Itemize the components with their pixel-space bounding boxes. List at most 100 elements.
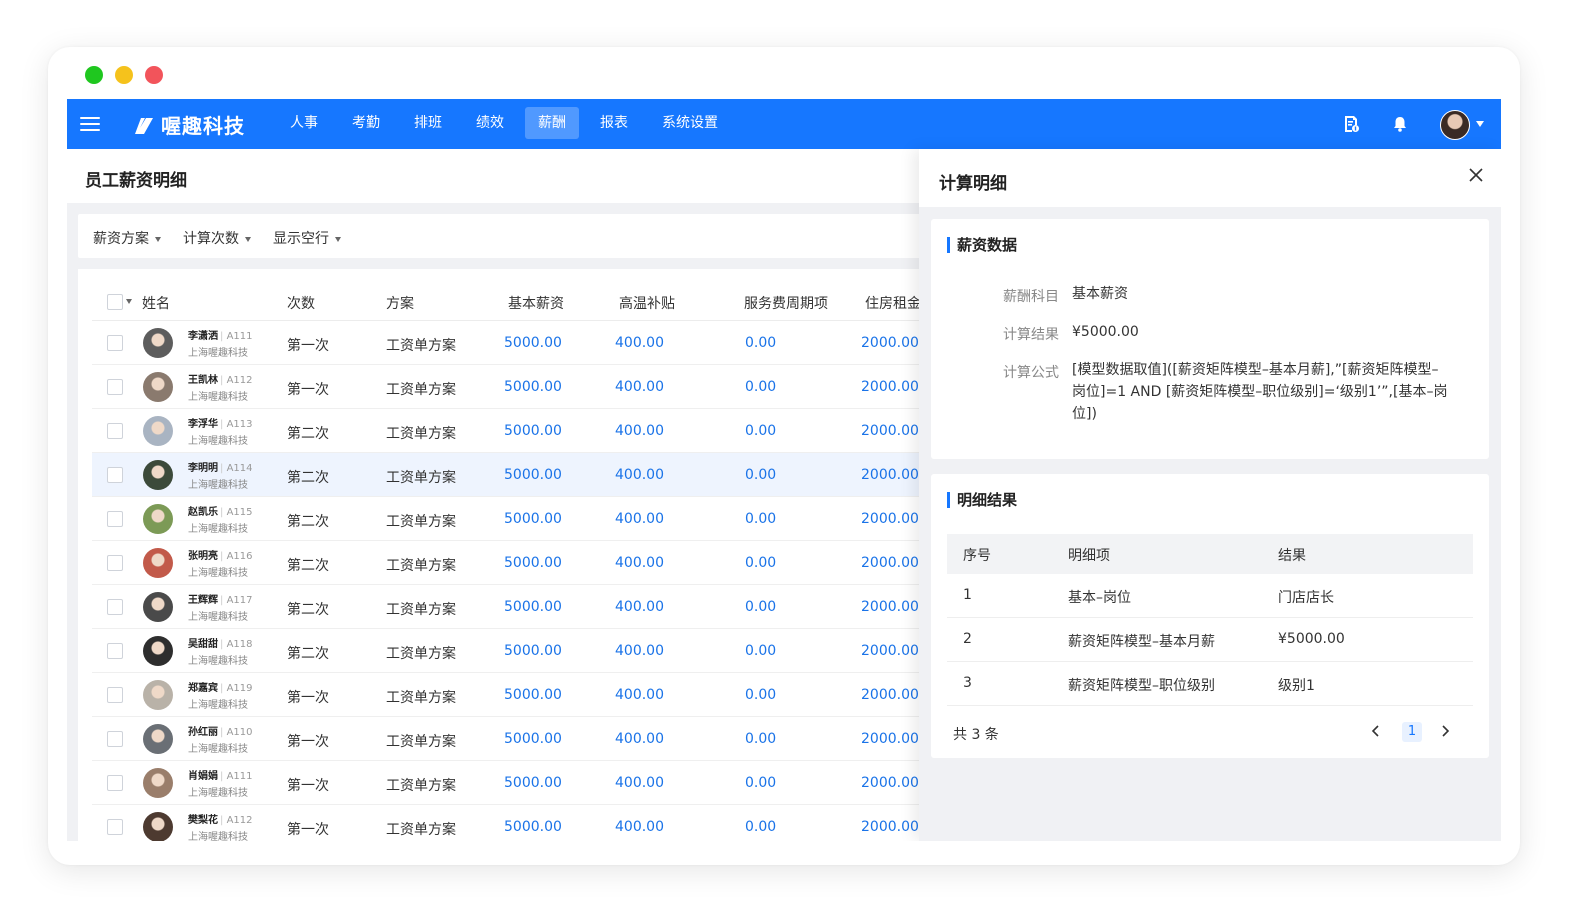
hamburger-menu-icon[interactable]	[80, 114, 100, 134]
select-dropdown-icon[interactable]	[126, 299, 132, 304]
row-checkbox[interactable]	[107, 731, 123, 747]
nav-item-performance[interactable]: 绩效	[463, 107, 517, 139]
table-row[interactable]: 李浮华A113 上海喔趣科技 第二次 工资单方案 5000.00 400.00 0.00 20…	[92, 409, 927, 453]
select-all-checkbox[interactable]	[107, 294, 123, 310]
cell-base-salary[interactable]: 5000.00	[504, 423, 562, 439]
row-checkbox[interactable]	[107, 819, 123, 835]
cell-heat-allowance[interactable]: 400.00	[615, 335, 664, 351]
cell-service-fee[interactable]: 0.00	[745, 643, 776, 659]
cell-heat-allowance[interactable]: 400.00	[615, 731, 664, 747]
row-checkbox[interactable]	[107, 643, 123, 659]
window-minimize-button[interactable]	[115, 66, 133, 84]
row-checkbox[interactable]	[107, 511, 123, 527]
window-close-button[interactable]	[145, 66, 163, 84]
cell-base-salary[interactable]: 5000.00	[504, 687, 562, 703]
row-checkbox[interactable]	[107, 687, 123, 703]
nav-item-reports[interactable]: 报表	[587, 107, 641, 139]
row-checkbox[interactable]	[107, 467, 123, 483]
col-service-fee[interactable]: 服务费周期项	[744, 293, 828, 313]
nav-item-hr[interactable]: 人事	[277, 107, 331, 139]
col-heat-allowance[interactable]: 高温补贴	[619, 293, 675, 313]
cell-service-fee[interactable]: 0.00	[745, 775, 776, 791]
cell-service-fee[interactable]: 0.00	[745, 819, 776, 835]
row-checkbox[interactable]	[107, 335, 123, 351]
document-money-icon[interactable]	[1342, 115, 1360, 133]
cell-base-salary[interactable]: 5000.00	[504, 467, 562, 483]
nav-item-attendance[interactable]: 考勤	[339, 107, 393, 139]
cell-base-salary[interactable]: 5000.00	[504, 555, 562, 571]
cell-housing-rent[interactable]: 2000.00	[861, 335, 919, 351]
close-icon[interactable]	[1468, 167, 1484, 183]
cell-service-fee[interactable]: 0.00	[745, 687, 776, 703]
cell-heat-allowance[interactable]: 400.00	[615, 643, 664, 659]
cell-housing-rent[interactable]: 2000.00	[861, 775, 919, 791]
cell-housing-rent[interactable]: 2000.00	[861, 555, 919, 571]
cell-base-salary[interactable]: 5000.00	[504, 643, 562, 659]
cell-heat-allowance[interactable]: 400.00	[615, 687, 664, 703]
table-row[interactable]: 赵凯乐A115 上海喔趣科技 第二次 工资单方案 5000.00 400.00 0.00 20…	[92, 497, 927, 541]
cell-heat-allowance[interactable]: 400.00	[615, 511, 664, 527]
chevron-left-icon[interactable]	[1369, 724, 1383, 738]
cell-heat-allowance[interactable]: 400.00	[615, 775, 664, 791]
col-times[interactable]: 次数	[287, 293, 315, 313]
table-row[interactable]: 孙红丽A110 上海喔趣科技 第一次 工资单方案 5000.00 400.00 0.00 20…	[92, 717, 927, 761]
cell-service-fee[interactable]: 0.00	[745, 731, 776, 747]
brand-logo[interactable]: 喔趣科技	[133, 110, 245, 139]
row-checkbox[interactable]	[107, 599, 123, 615]
row-checkbox[interactable]	[107, 775, 123, 791]
cell-base-salary[interactable]: 5000.00	[504, 775, 562, 791]
cell-service-fee[interactable]: 0.00	[745, 423, 776, 439]
filter-show-empty[interactable]: 显示空行	[273, 228, 341, 248]
col-plan[interactable]: 方案	[386, 293, 414, 313]
cell-service-fee[interactable]: 0.00	[745, 335, 776, 351]
user-avatar[interactable]	[1440, 110, 1470, 140]
cell-service-fee[interactable]: 0.00	[745, 599, 776, 615]
caret-down-icon[interactable]	[1476, 121, 1484, 127]
cell-housing-rent[interactable]: 2000.00	[861, 423, 919, 439]
table-row[interactable]: 王凯林A112 上海喔趣科技 第一次 工资单方案 5000.00 400.00 0.00 20…	[92, 365, 927, 409]
bell-icon[interactable]	[1391, 115, 1409, 133]
cell-service-fee[interactable]: 0.00	[745, 379, 776, 395]
cell-housing-rent[interactable]: 2000.00	[861, 643, 919, 659]
cell-heat-allowance[interactable]: 400.00	[615, 423, 664, 439]
cell-heat-allowance[interactable]: 400.00	[615, 379, 664, 395]
cell-service-fee[interactable]: 0.00	[745, 467, 776, 483]
cell-base-salary[interactable]: 5000.00	[504, 511, 562, 527]
table-row[interactable]: 王辉辉A117 上海喔趣科技 第二次 工资单方案 5000.00 400.00 0.00 20…	[92, 585, 927, 629]
filter-calc-times[interactable]: 计算次数	[183, 228, 251, 248]
table-row[interactable]: 李明明A114 上海喔趣科技 第二次 工资单方案 5000.00 400.00 0.00 20…	[92, 453, 927, 497]
table-row[interactable]: 张明亮A116 上海喔趣科技 第二次 工资单方案 5000.00 400.00 0.00 20…	[92, 541, 927, 585]
nav-item-scheduling[interactable]: 排班	[401, 107, 455, 139]
nav-item-settings[interactable]: 系统设置	[649, 107, 731, 139]
cell-base-salary[interactable]: 5000.00	[504, 599, 562, 615]
table-row[interactable]: 樊梨花A112 上海喔趣科技 第一次 工资单方案 5000.00 400.00 0.00 20…	[92, 805, 927, 841]
cell-heat-allowance[interactable]: 400.00	[615, 555, 664, 571]
cell-heat-allowance[interactable]: 400.00	[615, 819, 664, 835]
nav-item-payroll[interactable]: 薪酬	[525, 107, 579, 139]
cell-service-fee[interactable]: 0.00	[745, 511, 776, 527]
filter-salary-plan[interactable]: 薪资方案	[93, 228, 161, 248]
cell-base-salary[interactable]: 5000.00	[504, 731, 562, 747]
table-row[interactable]: 肖娟娟A111 上海喔趣科技 第一次 工资单方案 5000.00 400.00 0.00 20…	[92, 761, 927, 805]
table-row[interactable]: 李潇洒A111 上海喔趣科技 第一次 工资单方案 5000.00 400.00 0.00 20…	[92, 321, 927, 365]
cell-heat-allowance[interactable]: 400.00	[615, 467, 664, 483]
cell-housing-rent[interactable]: 2000.00	[861, 379, 919, 395]
col-name[interactable]: 姓名	[142, 293, 170, 313]
cell-base-salary[interactable]: 5000.00	[504, 819, 562, 835]
table-row[interactable]: 郑嘉宾A119 上海喔趣科技 第一次 工资单方案 5000.00 400.00 0.00 20…	[92, 673, 927, 717]
cell-housing-rent[interactable]: 2000.00	[861, 511, 919, 527]
cell-housing-rent[interactable]: 2000.00	[861, 467, 919, 483]
row-checkbox[interactable]	[107, 423, 123, 439]
cell-base-salary[interactable]: 5000.00	[504, 379, 562, 395]
row-checkbox[interactable]	[107, 555, 123, 571]
row-checkbox[interactable]	[107, 379, 123, 395]
pagination-current-page[interactable]: 1	[1402, 722, 1422, 742]
cell-housing-rent[interactable]: 2000.00	[861, 599, 919, 615]
cell-heat-allowance[interactable]: 400.00	[615, 599, 664, 615]
cell-housing-rent[interactable]: 2000.00	[861, 687, 919, 703]
col-base-salary[interactable]: 基本薪资	[508, 293, 564, 313]
chevron-right-icon[interactable]	[1438, 724, 1452, 738]
col-housing-rent[interactable]: 住房租金	[865, 293, 921, 313]
cell-housing-rent[interactable]: 2000.00	[861, 731, 919, 747]
window-zoom-button[interactable]	[85, 66, 103, 84]
